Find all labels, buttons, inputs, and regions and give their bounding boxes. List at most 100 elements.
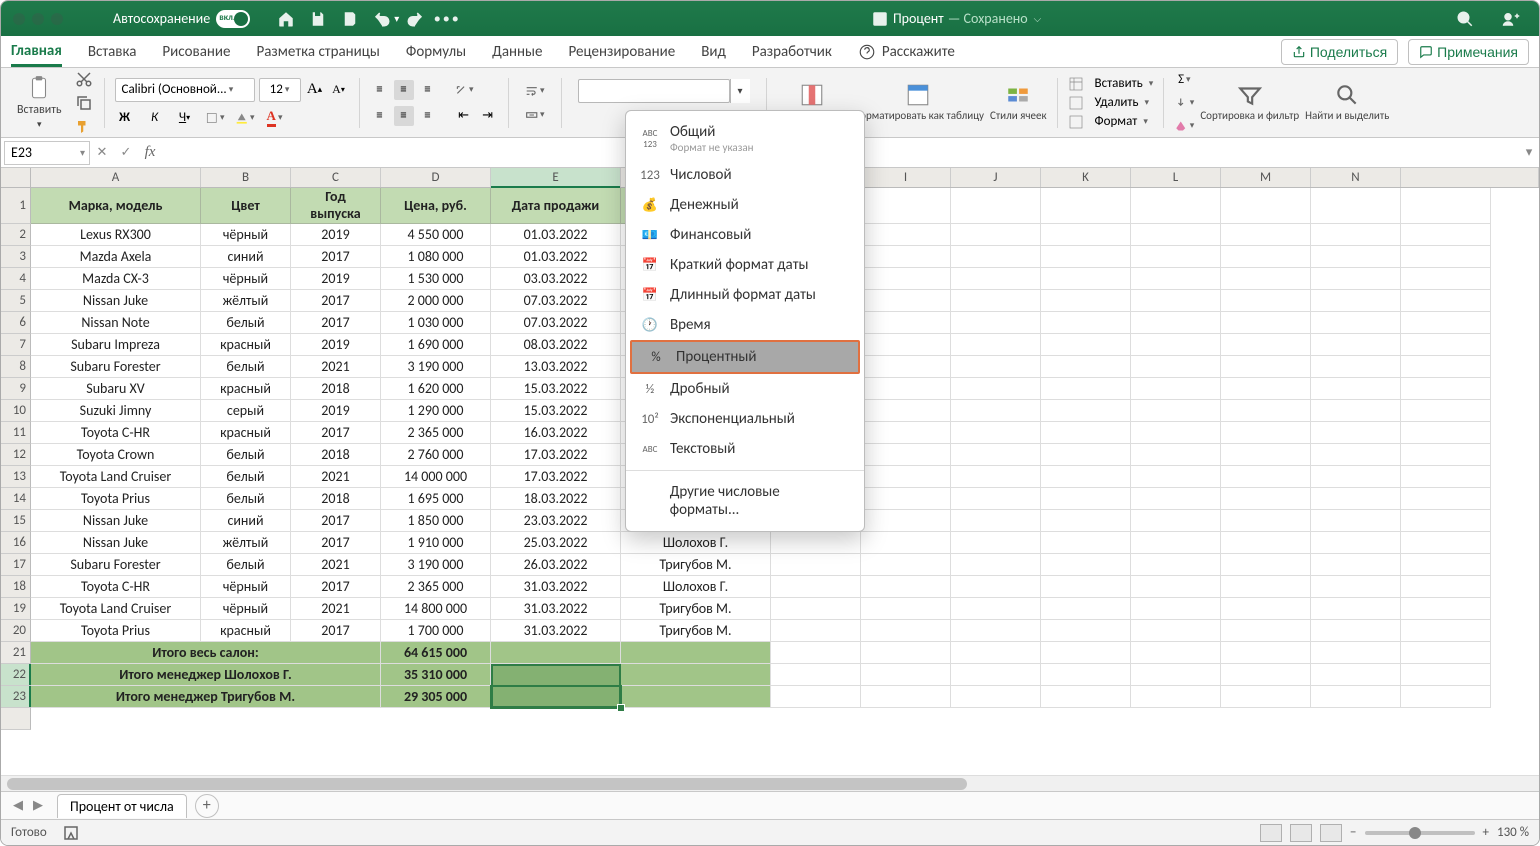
autosum-icon[interactable]: Σ	[1174, 70, 1194, 90]
italic-icon[interactable]: К	[145, 108, 165, 128]
cell[interactable]: Тригубов М.	[621, 598, 771, 620]
cell[interactable]: чёрный	[201, 598, 291, 620]
cell[interactable]	[861, 554, 951, 576]
cell[interactable]	[1311, 642, 1401, 664]
cell[interactable]	[951, 188, 1041, 224]
undo-dropdown[interactable]: ▾	[394, 12, 399, 25]
align-middle-icon[interactable]: ≡	[394, 80, 414, 100]
align-left-icon[interactable]: ≡	[370, 106, 390, 126]
underline-icon[interactable]: Ч▾	[175, 108, 195, 128]
cell[interactable]	[1401, 334, 1491, 356]
cell[interactable]	[771, 532, 861, 554]
cell[interactable]: Mazda Axela	[31, 246, 201, 268]
cell[interactable]	[1131, 334, 1221, 356]
cell[interactable]	[1401, 620, 1491, 642]
cell[interactable]	[1221, 246, 1311, 268]
cell[interactable]: 08.03.2022	[491, 334, 621, 356]
cell[interactable]: красный	[201, 334, 291, 356]
fx-icon[interactable]: fx	[138, 141, 162, 165]
zoom-in-button[interactable]: +	[1483, 825, 1489, 840]
cell[interactable]	[1221, 466, 1311, 488]
wrap-text-icon[interactable]	[525, 81, 545, 101]
cell[interactable]: жёлтый	[201, 290, 291, 312]
cell[interactable]: белый	[201, 444, 291, 466]
summary-value[interactable]: 35 310 000	[381, 664, 491, 686]
cell[interactable]	[1041, 466, 1131, 488]
cell[interactable]: красный	[201, 378, 291, 400]
row-header[interactable]: 10	[1, 400, 31, 422]
cell[interactable]: 23.03.2022	[491, 510, 621, 532]
font-size-select[interactable]: 12	[259, 78, 301, 102]
cell[interactable]	[1221, 444, 1311, 466]
cell[interactable]	[771, 576, 861, 598]
cell[interactable]	[1401, 554, 1491, 576]
cell[interactable]	[1311, 268, 1401, 290]
cell[interactable]	[1041, 246, 1131, 268]
cell[interactable]	[1221, 290, 1311, 312]
cell[interactable]	[1041, 188, 1131, 224]
cell[interactable]	[1311, 664, 1401, 686]
tab-review[interactable]: Рецензирование	[569, 39, 676, 65]
cell[interactable]: 3 190 000	[381, 554, 491, 576]
cell[interactable]	[1401, 686, 1491, 708]
row-header[interactable]: 2	[1, 224, 31, 246]
summary-e[interactable]	[491, 642, 621, 664]
cell[interactable]	[1131, 312, 1221, 334]
cell[interactable]	[861, 642, 951, 664]
row-header[interactable]: 23	[1, 686, 31, 708]
cell[interactable]: Toyota C-HR	[31, 576, 201, 598]
cell[interactable]: 2017	[291, 532, 381, 554]
cell[interactable]: белый	[201, 356, 291, 378]
cell[interactable]: Шолохов Г.	[621, 576, 771, 598]
cell[interactable]	[1311, 598, 1401, 620]
cell[interactable]	[1221, 598, 1311, 620]
cell[interactable]	[771, 620, 861, 642]
share-button[interactable]: Поделиться	[1281, 39, 1398, 65]
cell[interactable]	[1311, 466, 1401, 488]
row-header[interactable]: 3	[1, 246, 31, 268]
cell[interactable]	[1131, 598, 1221, 620]
cell[interactable]	[1221, 510, 1311, 532]
cell[interactable]	[1311, 224, 1401, 246]
cell[interactable]: 14 000 000	[381, 466, 491, 488]
cell[interactable]	[861, 188, 951, 224]
cell[interactable]: 15.03.2022	[491, 378, 621, 400]
cell[interactable]	[1041, 488, 1131, 510]
increase-indent-icon[interactable]: ⇥	[478, 106, 498, 126]
horizontal-scrollbar[interactable]	[1, 775, 1539, 791]
view-page-break-icon[interactable]	[1320, 824, 1342, 842]
cell[interactable]: 2021	[291, 598, 381, 620]
cell[interactable]	[1131, 246, 1221, 268]
save-icon[interactable]	[309, 10, 327, 28]
cell[interactable]	[1131, 488, 1221, 510]
align-right-icon[interactable]: ≡	[418, 106, 438, 126]
cell[interactable]	[1311, 188, 1401, 224]
row-header[interactable]: 15	[1, 510, 31, 532]
cell[interactable]	[1401, 488, 1491, 510]
cell[interactable]	[1041, 400, 1131, 422]
cell[interactable]	[1131, 290, 1221, 312]
cell[interactable]: 2019	[291, 334, 381, 356]
cell[interactable]	[1221, 378, 1311, 400]
cell[interactable]	[1401, 290, 1491, 312]
row-header[interactable]: 9	[1, 378, 31, 400]
cell[interactable]: 2019	[291, 224, 381, 246]
cell[interactable]	[1131, 664, 1221, 686]
cell[interactable]	[1041, 312, 1131, 334]
cell[interactable]	[951, 620, 1041, 642]
column-header[interactable]: Дата продажи	[491, 188, 621, 224]
cell[interactable]	[1131, 224, 1221, 246]
cell[interactable]	[951, 444, 1041, 466]
cell[interactable]	[951, 400, 1041, 422]
cell[interactable]	[861, 488, 951, 510]
cell[interactable]: Toyota Prius	[31, 620, 201, 642]
cell[interactable]: Nissan Juke	[31, 532, 201, 554]
cell[interactable]: Nissan Note	[31, 312, 201, 334]
cell[interactable]	[1131, 510, 1221, 532]
cell[interactable]: 2017	[291, 576, 381, 598]
paste-button[interactable]: Вставить ▾	[17, 75, 62, 130]
cell[interactable]: 1 290 000	[381, 400, 491, 422]
cell[interactable]: жёлтый	[201, 532, 291, 554]
cell[interactable]: Lexus RX300	[31, 224, 201, 246]
cell[interactable]	[861, 356, 951, 378]
